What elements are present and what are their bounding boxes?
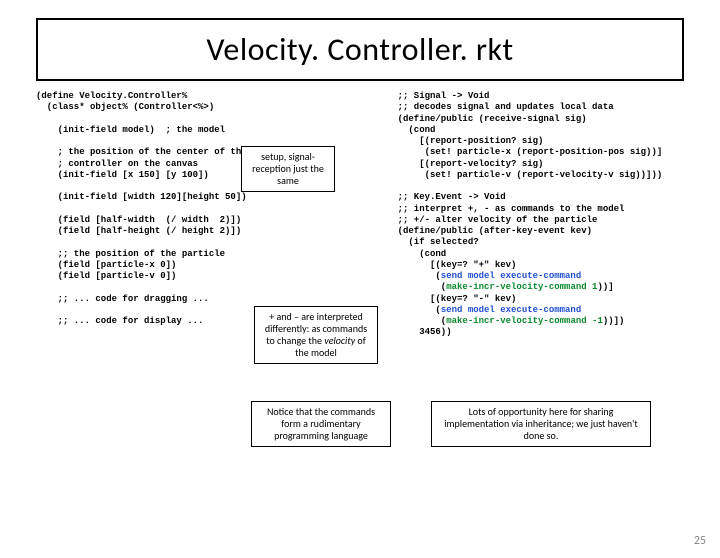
code-line: (define/public (receive-signal sig)	[376, 114, 587, 124]
code-line: (field [particle-x 0])	[36, 260, 176, 270]
code-span: send model execute-command	[441, 271, 581, 281]
callout-commands-language: Notice that the commands form a rudiment…	[251, 401, 391, 447]
callout-setup: setup, signal-reception just the same	[241, 146, 335, 192]
code-line: (cond	[376, 249, 446, 259]
code-line: (	[376, 316, 446, 326]
code-left-column: (define Velocity.Controller% (class* obj…	[36, 91, 296, 327]
code-span: ))])	[603, 316, 625, 326]
code-line: (field [half-width (/ width 2)])	[36, 215, 241, 225]
code-line: (define/public (after-key-event kev)	[376, 226, 592, 236]
code-line: 3456))	[376, 327, 452, 337]
page-title: Velocity. Controller. rkt	[38, 30, 682, 69]
callout-text: Lots of opportunity here for sharing imp…	[444, 405, 638, 442]
code-line: (set! particle-x (report-position-pos si…	[376, 147, 662, 157]
code-line: ;; Key.Event -> Void	[376, 192, 506, 202]
code-line: [(key=? "-" kev)	[376, 294, 516, 304]
code-line: (init-field model) ; the model	[36, 125, 225, 135]
code-line: ;; Signal -> Void	[376, 91, 489, 101]
code-line: ;; decodes signal and updates local data	[376, 102, 614, 112]
code-span: make-incr-velocity-command 1	[446, 282, 597, 292]
code-line: [(report-position? sig)	[376, 136, 543, 146]
callout-plus-minus: + and – are interpreted differently: as …	[254, 306, 378, 364]
callout-inheritance: Lots of opportunity here for sharing imp…	[431, 401, 651, 447]
code-line: ;; the position of the particle	[36, 249, 225, 259]
code-line: (field [half-height (/ height 2)])	[36, 226, 241, 236]
code-span: ))]	[597, 282, 613, 292]
code-right-column: ;; Signal -> Void ;; decodes signal and …	[376, 91, 696, 339]
code-line: [(key=? "+" kev)	[376, 260, 516, 270]
title-box: Velocity. Controller. rkt	[36, 18, 684, 81]
code-line: (set! particle-v (report-velocity-v sig)…	[376, 170, 662, 180]
code-line: ;; +/- alter velocity of the particle	[376, 215, 597, 225]
code-line: (	[376, 305, 441, 315]
code-line: (	[376, 271, 441, 281]
page-number: 25	[694, 534, 706, 548]
code-line: (class* object% (Controller<%>)	[36, 102, 214, 112]
code-line: (define Velocity.Controller%	[36, 91, 187, 101]
code-line: ; controller on the canvas	[36, 159, 198, 169]
code-line: (	[376, 282, 446, 292]
code-line: (init-field [width 120][height 50])	[36, 192, 247, 202]
callout-text: Notice that the commands form a rudiment…	[267, 405, 375, 442]
code-span: make-incr-velocity-command -1	[446, 316, 603, 326]
callout-text: setup, signal-reception just the same	[252, 150, 324, 187]
code-span: send model execute-command	[441, 305, 581, 315]
code-line: [(report-velocity? sig)	[376, 159, 543, 169]
code-line: (if selected?	[376, 237, 479, 247]
code-line: ; the position of the center of the	[36, 147, 247, 157]
code-line: (init-field [x 150] [y 100])	[36, 170, 209, 180]
code-line: (field [particle-v 0])	[36, 271, 176, 281]
code-line: (cond	[376, 125, 435, 135]
code-line: ;; interpret +, - as commands to the mod…	[376, 204, 624, 214]
code-line: ;; ... code for dragging ...	[36, 294, 209, 304]
code-line: ;; ... code for display ...	[36, 316, 203, 326]
